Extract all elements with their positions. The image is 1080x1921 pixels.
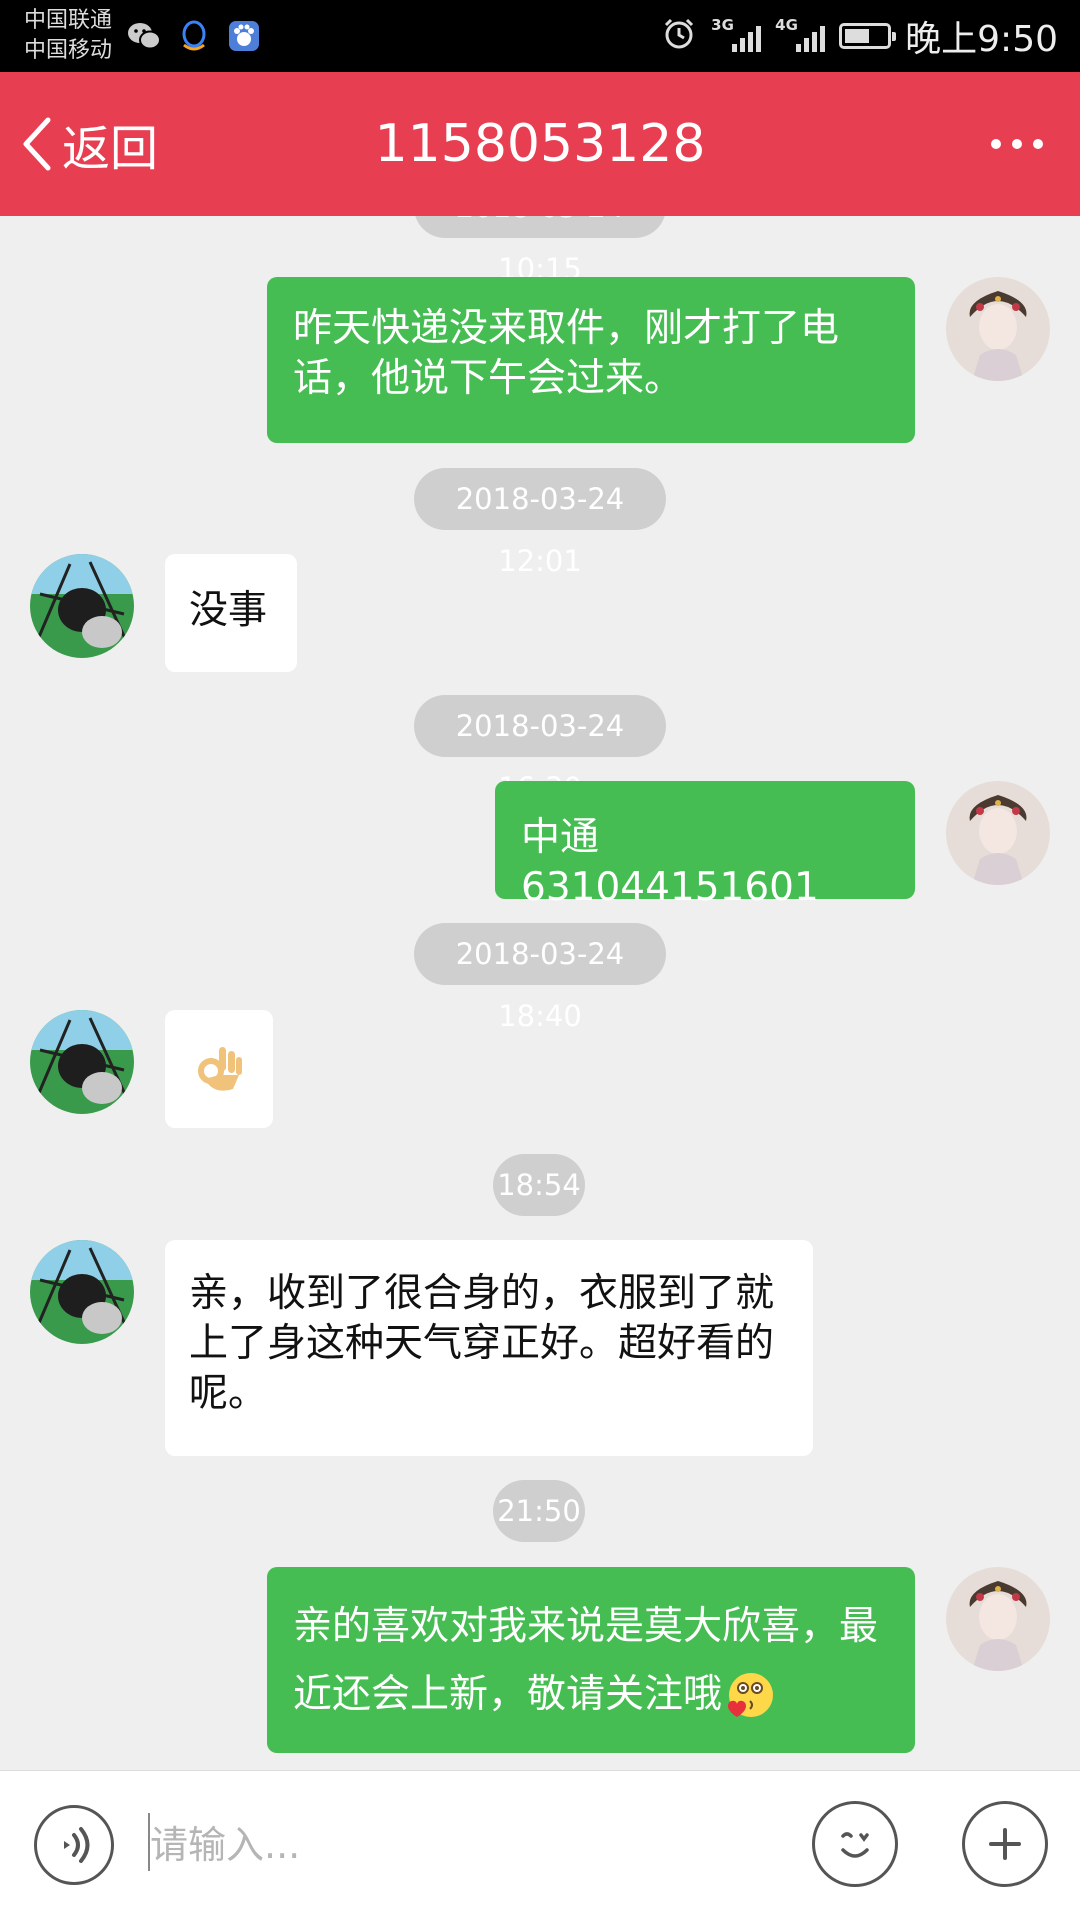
- ok-hand-emoji: [198, 1047, 242, 1091]
- alarm-icon: [661, 16, 697, 56]
- network-4g-label: 4G: [775, 16, 798, 34]
- signal-3g-icon: 3G: [711, 16, 762, 56]
- avatar-contact[interactable]: [30, 1010, 134, 1114]
- avatar-contact[interactable]: [30, 1240, 134, 1344]
- message-bubble-incoming[interactable]: 没事: [165, 554, 297, 672]
- avatar-self[interactable]: [946, 1567, 1050, 1671]
- plus-icon: [989, 1828, 1021, 1860]
- network-3g-label: 3G: [711, 16, 734, 34]
- emoji-face-icon: [841, 1832, 869, 1858]
- chat-title: 1158053128: [374, 114, 706, 174]
- more-button[interactable]: [982, 120, 1052, 168]
- message-bubble-outgoing[interactable]: 中通631044151601: [495, 781, 915, 910]
- plus-button[interactable]: [962, 1801, 1048, 1887]
- avatar-self[interactable]: [946, 277, 1050, 381]
- timestamp: 18:54: [493, 1154, 585, 1216]
- chat-header: 返回 1158053128: [0, 72, 1080, 216]
- more-dots-icon: [991, 139, 1043, 149]
- carrier-labels: 中国联通 中国移动: [24, 6, 112, 66]
- timestamp: 2018-03-24 10:15: [414, 216, 666, 286]
- message-bubble-incoming[interactable]: 亲，收到了很合身的，衣服到了就上了身这种天气穿正好。超好看的呢。: [165, 1240, 813, 1456]
- voice-icon: [64, 1827, 90, 1863]
- blushing-heart-emoji: [728, 1672, 774, 1717]
- notification-icons: [126, 18, 262, 54]
- status-bar: 中国联通 中国移动 3G 4G 晚上9:50: [0, 0, 1080, 72]
- carrier-2: 中国移动: [24, 38, 113, 63]
- message-text: 亲的喜欢对我来说是莫大欣喜，最近还会上新，敬请关注哦: [293, 1604, 879, 1717]
- timestamp: 2018-03-24 12:01: [414, 468, 666, 578]
- qq-icon: [176, 18, 212, 54]
- message-bubble-incoming[interactable]: [165, 1010, 273, 1128]
- timestamp: 2018-03-24 18:40: [414, 923, 666, 1033]
- avatar-self[interactable]: [946, 781, 1050, 885]
- battery-icon: [839, 23, 897, 49]
- message-bubble-outgoing[interactable]: 亲的喜欢对我来说是莫大欣喜，最近还会上新，敬请关注哦: [267, 1567, 915, 1753]
- timestamp: 2018-03-24 16:30: [414, 695, 666, 805]
- baidu-icon: [226, 18, 262, 54]
- status-indicators: 3G 4G 晚上9:50: [661, 12, 1058, 60]
- voice-button[interactable]: [34, 1805, 114, 1885]
- signal-4g-icon: 4G: [775, 16, 826, 56]
- carrier-1: 中国联通: [24, 8, 113, 33]
- message-bubble-outgoing[interactable]: 昨天快递没来取件，刚才打了电话，他说下午会过来。: [267, 277, 915, 443]
- wechat-icon: [126, 18, 162, 54]
- message-list[interactable]: 2018-03-24 10:15 昨天快递没来取件，刚才打了电话，他说下午会过来…: [0, 216, 1080, 1770]
- emoji-button[interactable]: [812, 1801, 898, 1887]
- avatar-contact[interactable]: [30, 554, 134, 658]
- timestamp: 21:50: [493, 1480, 585, 1542]
- clock: 晚上9:50: [905, 19, 1058, 60]
- message-input[interactable]: [148, 1811, 792, 1879]
- input-bar: [0, 1770, 1080, 1921]
